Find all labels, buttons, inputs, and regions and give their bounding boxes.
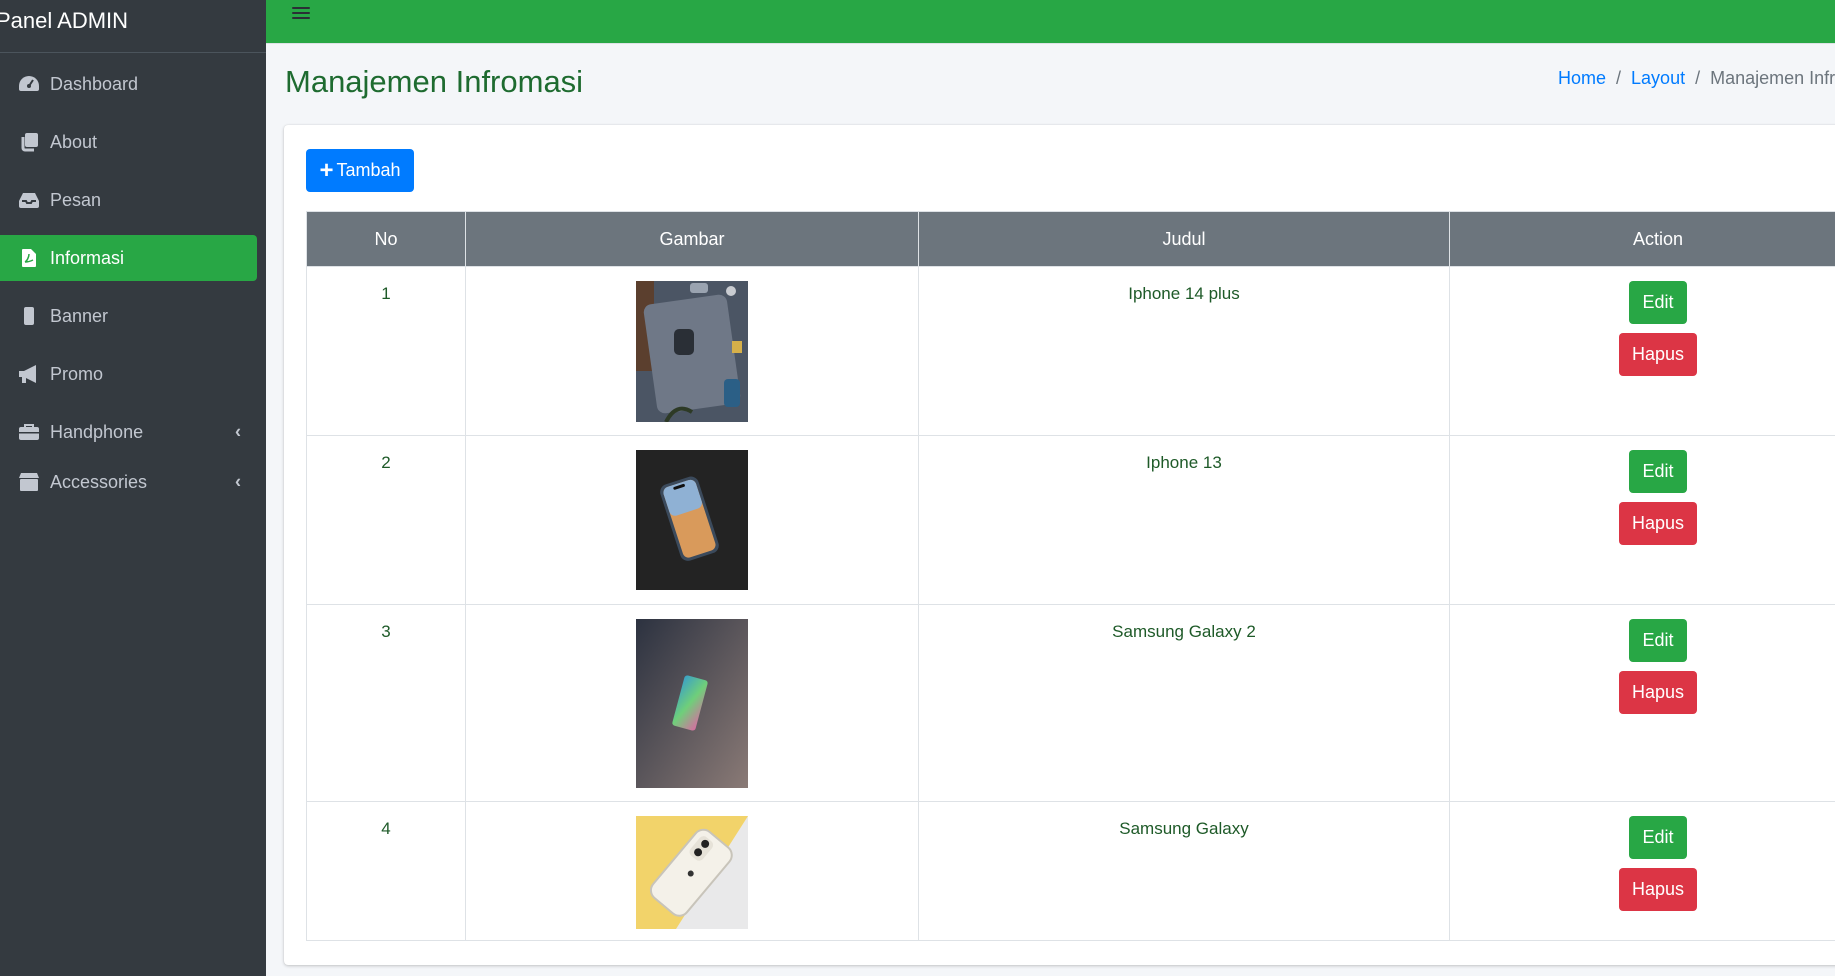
content-card: + Tambah No Gambar Judul Action 1 Iphone… xyxy=(284,125,1835,965)
sidebar: Panel ADMIN Dashboard About Pesan Inform… xyxy=(0,0,266,976)
dashboard-icon xyxy=(16,73,42,95)
row-image-cell xyxy=(465,801,919,941)
sidebar-item-label: Accessories xyxy=(50,471,148,492)
column-header-gambar: Gambar xyxy=(465,211,919,267)
edit-button[interactable]: Edit xyxy=(1629,816,1687,859)
menu-toggle-icon[interactable] xyxy=(292,0,310,26)
row-actions: Edit Hapus xyxy=(1449,266,1835,436)
breadcrumb-separator: / xyxy=(1616,68,1622,88)
sidebar-item-about[interactable]: About xyxy=(0,119,257,165)
samsung-galaxy-photo xyxy=(636,816,748,929)
column-header-no: No xyxy=(306,211,466,267)
sidebar-nav: Dashboard About Pesan Informasi Banner P… xyxy=(0,53,266,505)
column-header-action: Action xyxy=(1449,211,1835,267)
sidebar-item-label: About xyxy=(50,131,98,152)
sidebar-item-pesan[interactable]: Pesan xyxy=(0,177,257,223)
row-image-cell xyxy=(465,604,919,802)
sidebar-item-dashboard[interactable]: Dashboard xyxy=(0,61,257,107)
row-image-cell xyxy=(465,266,919,436)
add-button[interactable]: + Tambah xyxy=(306,149,414,192)
row-number: 1 xyxy=(306,266,466,436)
table-row: 2 Iphone 13 Edit Hapus xyxy=(306,435,1835,605)
add-button-label: Tambah xyxy=(336,160,401,180)
row-image-cell xyxy=(465,435,919,605)
mobile-icon xyxy=(16,305,42,327)
table-row: 1 Iphone 14 plus Edit Hapus xyxy=(306,266,1835,436)
table-header-row: No Gambar Judul Action xyxy=(306,211,1835,267)
breadcrumb: Home / Layout / Manajemen Infromasi xyxy=(1558,68,1835,89)
samsung-galaxy-2-photo xyxy=(636,619,748,788)
delete-button[interactable]: Hapus xyxy=(1619,868,1697,911)
row-actions: Edit Hapus xyxy=(1449,435,1835,605)
briefcase-icon xyxy=(16,421,42,443)
chevron-left-icon: ‹ xyxy=(235,421,241,442)
sidebar-item-label: Handphone xyxy=(50,421,144,442)
edit-button[interactable]: Edit xyxy=(1629,619,1687,662)
column-header-judul: Judul xyxy=(918,211,1450,267)
row-number: 2 xyxy=(306,435,466,605)
info-table: No Gambar Judul Action 1 Iphone 14 plus … xyxy=(306,211,1835,941)
sidebar-item-label: Informasi xyxy=(50,247,125,268)
sidebar-item-label: Promo xyxy=(50,363,104,384)
edit-button[interactable]: Edit xyxy=(1629,450,1687,493)
iphone-14-plus-photo xyxy=(636,281,748,422)
row-number: 4 xyxy=(306,801,466,941)
sidebar-item-label: Pesan xyxy=(50,189,102,210)
row-title: Samsung Galaxy xyxy=(918,801,1450,941)
sidebar-item-banner[interactable]: Banner xyxy=(0,293,257,339)
sidebar-item-label: Banner xyxy=(50,305,109,326)
top-navbar xyxy=(266,0,1835,44)
row-actions: Edit Hapus xyxy=(1449,801,1835,941)
file-icon xyxy=(16,247,42,269)
edit-button[interactable]: Edit xyxy=(1629,281,1687,324)
box-icon xyxy=(16,471,42,493)
table-row: 4 Samsung Galaxy Edit Hapus xyxy=(306,801,1835,941)
delete-button[interactable]: Hapus xyxy=(1619,671,1697,714)
sidebar-item-informasi[interactable]: Informasi xyxy=(0,235,257,281)
table-row: 3 Samsung Galaxy 2 Edit Hapus xyxy=(306,604,1835,802)
breadcrumb-current: Manajemen Infromasi xyxy=(1710,68,1835,88)
sidebar-item-accessories[interactable]: Accessories ‹ xyxy=(0,459,257,505)
plus-icon: + xyxy=(319,156,334,184)
sidebar-item-label: Dashboard xyxy=(50,73,139,94)
delete-button[interactable]: Hapus xyxy=(1619,333,1697,376)
iphone-13-photo xyxy=(636,450,748,590)
inbox-icon xyxy=(16,189,42,211)
row-title: Iphone 14 plus xyxy=(918,266,1450,436)
page-title: Manajemen Infromasi xyxy=(285,64,584,99)
row-actions: Edit Hapus xyxy=(1449,604,1835,802)
row-title: Samsung Galaxy 2 xyxy=(918,604,1450,802)
breadcrumb-home[interactable]: Home xyxy=(1558,68,1606,88)
breadcrumb-layout[interactable]: Layout xyxy=(1631,68,1685,88)
row-title: Iphone 13 xyxy=(918,435,1450,605)
sidebar-item-handphone[interactable]: Handphone ‹ xyxy=(0,409,257,455)
delete-button[interactable]: Hapus xyxy=(1619,502,1697,545)
content-header: Manajemen Infromasi Home / Layout / Manajeme… xyxy=(266,44,1835,124)
bullhorn-icon xyxy=(16,363,42,385)
chevron-left-icon: ‹ xyxy=(235,471,241,492)
breadcrumb-separator: / xyxy=(1695,68,1701,88)
copy-icon xyxy=(16,131,42,153)
sidebar-item-promo[interactable]: Promo xyxy=(0,351,257,397)
row-number: 3 xyxy=(306,604,466,802)
brand-title[interactable]: Panel ADMIN xyxy=(0,0,266,53)
